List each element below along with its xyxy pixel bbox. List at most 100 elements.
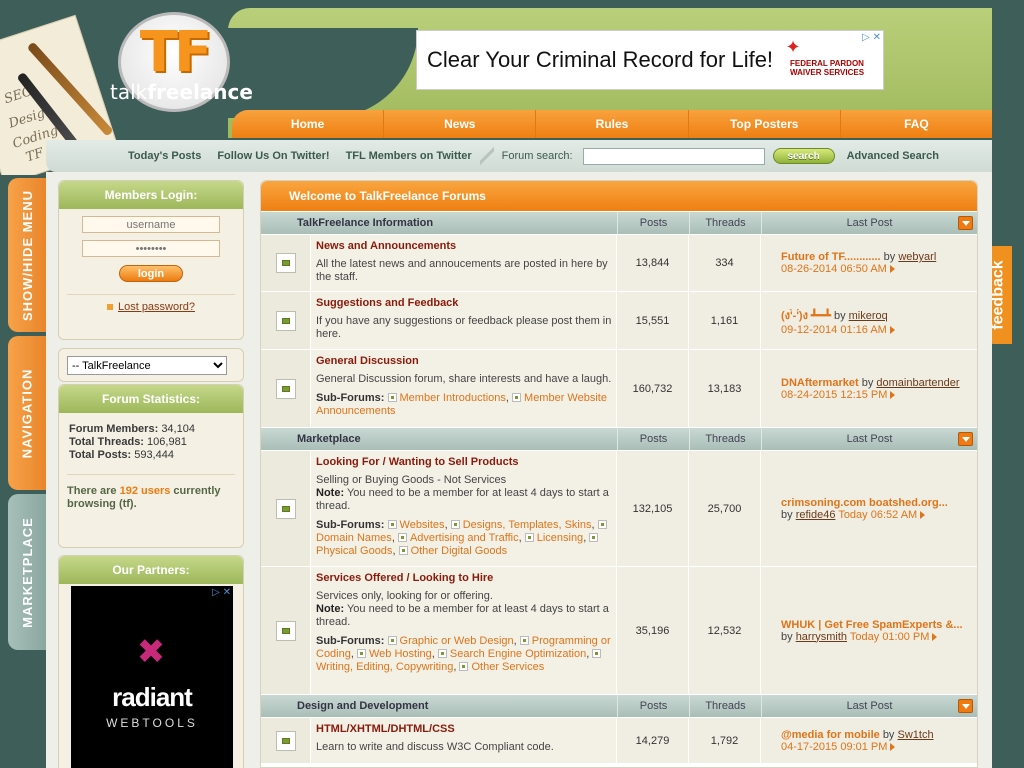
marketplace-tab[interactable]: MARKETPLACE — [8, 494, 46, 650]
last-post-title[interactable]: (ง'̀-'́)ง ┻━┻ — [781, 310, 831, 322]
logo-wordmark: talkfreelance — [110, 80, 253, 104]
online-users: There are 192 users currently browsing (… — [67, 474, 235, 511]
subforums: Sub-Forums: Graphic or Web Design, Progr… — [316, 635, 611, 673]
last-post-title[interactable]: Future of TF............ — [781, 251, 881, 263]
last-post-time: 09:01 PM — [840, 740, 888, 753]
subforum-link[interactable]: Designs, Templates, Skins — [463, 519, 592, 531]
go-to-post-icon[interactable] — [932, 632, 938, 641]
collapse-icon[interactable] — [958, 216, 973, 230]
collapse-icon[interactable] — [958, 432, 973, 446]
category-title[interactable]: TalkFreelance Information — [261, 212, 617, 234]
forum-jump-select[interactable]: -- TalkFreelance — [67, 356, 227, 375]
navigation-tab[interactable]: NAVIGATION — [8, 336, 46, 490]
last-post: (ง'̀-'́)ง ┻━┻ by mikeroq 09-12-2014 01:1… — [761, 292, 977, 349]
todays-posts-link[interactable]: Today's Posts — [120, 150, 209, 162]
subforum-link[interactable]: Other Digital Goods — [411, 545, 508, 557]
partner-ad-sub: WEBTOOLS — [106, 716, 198, 730]
column-last-post: Last Post — [761, 428, 977, 450]
last-post-user[interactable]: webyarl — [898, 251, 936, 263]
subforum-link[interactable]: Member Introductions — [400, 392, 506, 404]
subforum-icon — [387, 636, 397, 645]
partner-ad[interactable]: ✖ radiant WEBTOOLS ▷ ✕ — [71, 586, 233, 768]
login-button[interactable]: login — [119, 265, 183, 282]
go-to-post-icon[interactable] — [890, 390, 896, 399]
ad-choices-icon[interactable]: ▷ ✕ — [862, 32, 881, 43]
subforum-link[interactable]: Search Engine Optimization — [450, 648, 586, 660]
forum-posts: 160,732 — [617, 350, 689, 427]
last-post-title[interactable]: @media for mobile — [781, 729, 880, 741]
last-post-title[interactable]: WHUK | Get Free SpamExperts &... — [781, 619, 963, 631]
nav-top-posters[interactable]: Top Posters — [689, 110, 841, 138]
last-post-user[interactable]: domainbartender — [876, 377, 959, 389]
column-threads: Threads — [689, 428, 761, 450]
follow-twitter-link[interactable]: Follow Us On Twitter! — [209, 150, 337, 162]
members-twitter-link[interactable]: TFL Members on Twitter — [338, 150, 480, 162]
forum-posts: 132,105 — [617, 451, 689, 566]
forum-search-input[interactable] — [582, 147, 765, 165]
ad-headline[interactable]: Clear Your Criminal Record for Life! — [427, 47, 773, 73]
show-hide-menu-tab[interactable]: SHOW/HIDE MENU — [8, 178, 46, 332]
subforum-link[interactable]: Graphic or Web Design — [400, 635, 514, 647]
forum-posts: 13,844 — [617, 235, 689, 291]
forum-title[interactable]: Services Offered / Looking to Hire — [316, 572, 612, 584]
go-to-post-icon[interactable] — [920, 510, 926, 519]
subforum-link[interactable]: Websites — [400, 519, 445, 531]
subforum-link[interactable]: Licensing — [537, 532, 583, 544]
nav-rules[interactable]: Rules — [536, 110, 689, 138]
online-count: 192 users — [119, 485, 171, 497]
last-post-user[interactable]: refide46 — [796, 509, 836, 521]
last-post-date: 09-12-2014 — [781, 323, 838, 336]
forum-title[interactable]: Suggestions and Feedback — [316, 297, 612, 309]
site-logo[interactable]: TF talkfreelance — [110, 10, 253, 120]
divider — [67, 294, 235, 295]
password-field[interactable] — [82, 240, 220, 257]
search-button[interactable]: search — [772, 148, 835, 164]
subforum-link[interactable]: Writing, Editing, Copywriting — [316, 661, 453, 673]
category-title[interactable]: Marketplace — [261, 428, 617, 450]
forum-title[interactable]: General Discussion — [316, 355, 612, 367]
forum-threads: 12,532 — [689, 567, 761, 694]
subforum-link[interactable]: Domain Names — [316, 532, 392, 544]
last-post-time: 12:15 PM — [840, 388, 888, 401]
forum-description: Services only, looking for or offering. … — [316, 590, 609, 628]
subforum-link[interactable]: Advertising and Traffic — [410, 532, 519, 544]
last-post-user[interactable]: Sw1tch — [898, 729, 934, 741]
subforum-link[interactable]: Physical Goods — [316, 545, 392, 557]
partners-box: Our Partners: ✖ radiant WEBTOOLS ▷ ✕ — [58, 555, 244, 768]
subforum-icon — [592, 649, 602, 658]
go-to-post-icon[interactable] — [890, 742, 896, 751]
forum-status-icon — [261, 350, 311, 427]
go-to-post-icon[interactable] — [889, 265, 895, 273]
last-post-title[interactable]: crimsoning.com boatshed.org... — [781, 497, 948, 509]
last-post: DNAftermarket by domainbartender 08-24-2… — [761, 350, 977, 427]
username-field[interactable] — [82, 216, 220, 233]
forum-title[interactable]: Looking For / Wanting to Sell Products — [316, 456, 612, 468]
maple-leaf-icon: ✦ — [785, 37, 801, 57]
subforum-link[interactable]: Web Hosting — [369, 648, 432, 660]
ad-choices-icon[interactable]: ▷ ✕ — [212, 587, 231, 598]
category-title[interactable]: Design and Development — [261, 695, 617, 717]
advanced-search-link[interactable]: Advanced Search — [847, 150, 939, 162]
forum-title[interactable]: HTML/XHTML/DHTML/CSS — [316, 723, 612, 735]
forum-title[interactable]: News and Announcements — [316, 240, 612, 252]
login-title: Members Login: — [59, 181, 243, 209]
last-post-title[interactable]: DNAftermarket — [781, 377, 859, 389]
subforum-link[interactable]: Other Services — [471, 661, 544, 673]
forum-row: General Discussion General Discussion fo… — [261, 349, 977, 427]
posts-count: 593,444 — [134, 449, 174, 461]
top-banner-ad[interactable]: Clear Your Criminal Record for Life! ✦ F… — [416, 30, 884, 90]
nav-faq[interactable]: FAQ — [841, 110, 992, 138]
nav-news[interactable]: News — [384, 110, 537, 138]
subforum-icon — [450, 520, 460, 529]
go-to-post-icon[interactable] — [889, 325, 895, 334]
collapse-icon[interactable] — [958, 699, 973, 713]
subforum-icon — [437, 649, 447, 658]
last-post: Future of TF............ by webyarl 08-2… — [761, 235, 977, 291]
lost-password-link[interactable]: Lost password? — [59, 301, 243, 313]
nav-home[interactable]: Home — [232, 110, 385, 138]
last-post-user[interactable]: mikeroq — [849, 310, 888, 322]
subforum-icon — [589, 533, 599, 542]
subforum-icon — [356, 649, 366, 658]
last-post-date: 04-17-2015 — [781, 740, 838, 753]
last-post-user[interactable]: harrysmith — [796, 631, 847, 643]
